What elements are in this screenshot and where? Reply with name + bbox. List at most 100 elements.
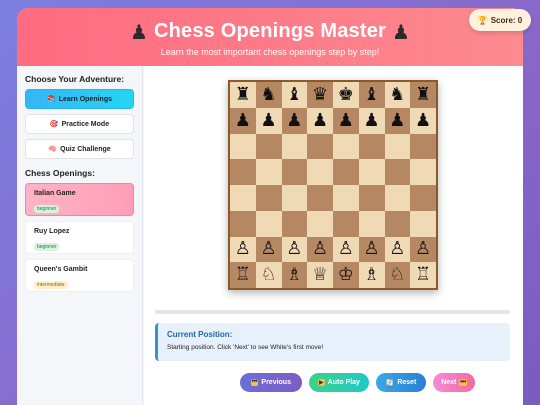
opening-ruy-lopez[interactable]: Ruy Lopez beginner: [25, 221, 134, 254]
board-square[interactable]: [333, 185, 359, 211]
board-square[interactable]: [255, 159, 282, 185]
board-square-piece[interactable]: ♔: [333, 262, 359, 288]
next-button[interactable]: Next ⏭: [433, 373, 475, 392]
board-square-piece[interactable]: ♟: [358, 107, 385, 134]
practice-mode-button[interactable]: 🎯 Practice Mode: [25, 114, 134, 134]
board-square[interactable]: [230, 133, 256, 160]
title-row: ♟ Chess Openings Master ♟: [17, 8, 523, 43]
board-square[interactable]: [307, 159, 333, 185]
learn-openings-button[interactable]: 📚 Learn Openings: [25, 89, 134, 109]
previous-button[interactable]: ⏮ Previous: [240, 373, 302, 392]
board-square-piece[interactable]: ♜: [410, 82, 436, 108]
board-square-piece[interactable]: ♛: [307, 82, 333, 108]
opening-name: Queen's Gambit: [34, 266, 88, 273]
sidebar: Choose Your Adventure: 📚 Learn Openings …: [17, 66, 143, 405]
board-square-piece[interactable]: ♘: [255, 262, 282, 288]
quiz-challenge-button[interactable]: 🧠 Quiz Challenge: [25, 139, 134, 159]
board-square[interactable]: [358, 210, 385, 237]
board-square[interactable]: [384, 133, 411, 160]
board-square-piece[interactable]: ♙: [255, 236, 282, 263]
mode-label: Learn Openings: [58, 95, 112, 103]
position-info: Current Position: Starting position. Cli…: [155, 323, 510, 361]
level-badge: intermediate: [34, 281, 68, 289]
board-square-piece[interactable]: ♟: [384, 107, 411, 134]
reset-label: Reset: [397, 379, 417, 386]
position-description: Starting position. Click 'Next' to see W…: [167, 344, 324, 351]
score-badge: 🏆 Score: 0: [469, 9, 531, 31]
brain-icon: 🧠: [48, 146, 58, 153]
board-square[interactable]: [255, 185, 282, 211]
board-square-piece[interactable]: ♟: [307, 107, 333, 134]
board-square-piece[interactable]: ♞: [255, 82, 282, 108]
opening-queens-gambit[interactable]: Queen's Gambit intermediate: [25, 259, 134, 292]
board-square-piece[interactable]: ♟: [281, 107, 308, 134]
mode-label: Practice Mode: [61, 120, 110, 128]
board-square-piece[interactable]: ♟: [410, 107, 436, 134]
board-square-piece[interactable]: ♙: [230, 236, 256, 263]
board-square-piece[interactable]: ♕: [307, 262, 333, 288]
board-square-piece[interactable]: ♚: [333, 82, 359, 108]
board-square[interactable]: [384, 185, 411, 211]
board-square[interactable]: [281, 185, 308, 211]
board-square[interactable]: [230, 185, 256, 211]
page-subtitle: Learn the most important chess openings …: [160, 47, 380, 57]
board-square-piece[interactable]: ♖: [230, 262, 256, 288]
board-square[interactable]: [384, 159, 411, 185]
board-square-piece[interactable]: ♘: [384, 262, 411, 288]
board-square-piece[interactable]: ♗: [281, 262, 308, 288]
auto-play-button[interactable]: ▶ Auto Play: [309, 373, 369, 392]
board-square-piece[interactable]: ♙: [410, 236, 436, 263]
previous-label: Previous: [261, 379, 291, 386]
board-square[interactable]: [230, 159, 256, 185]
board-square-piece[interactable]: ♜: [230, 82, 256, 108]
board-square[interactable]: [384, 210, 411, 237]
board-square[interactable]: [410, 133, 436, 160]
board-square[interactable]: [358, 185, 385, 211]
board-square-piece[interactable]: ♝: [358, 82, 385, 108]
board-square[interactable]: [358, 133, 385, 160]
board-square[interactable]: [410, 210, 436, 237]
board-square-piece[interactable]: ♝: [281, 82, 308, 108]
board-square[interactable]: [230, 210, 256, 237]
pawn-icon: ♟: [130, 19, 148, 44]
board-square-piece[interactable]: ♙: [307, 236, 333, 263]
board-square[interactable]: [410, 185, 436, 211]
openings-title: Chess Openings:: [25, 168, 95, 178]
board-square[interactable]: [307, 185, 333, 211]
board-square[interactable]: [255, 133, 282, 160]
chess-board[interactable]: ♜ ♞ ♝ ♛ ♚ ♝ ♞ ♜ ♟ ♟ ♟ ♟ ♟ ♟ ♟ ♟ ♙ ♙ ♙ ♙ ♙ ♙ ♙ ♙ ♖ ♘ ♗ ♕ ♔ ♗ ♘ ♖: [228, 80, 438, 290]
reset-button[interactable]: 🔄 Reset: [376, 373, 426, 392]
header: ♟ Chess Openings Master ♟ Learn the most…: [17, 8, 523, 66]
board-square-piece[interactable]: ♙: [384, 236, 411, 263]
board-square[interactable]: [410, 159, 436, 185]
reset-icon: 🔄: [385, 379, 395, 387]
progress-bar: [155, 310, 510, 314]
target-icon: 🎯: [49, 121, 59, 128]
board-square-piece[interactable]: ♟: [333, 107, 359, 134]
auto-play-label: Auto Play: [327, 379, 360, 386]
adventure-title: Choose Your Adventure:: [25, 74, 125, 84]
board-square-piece[interactable]: ♙: [358, 236, 385, 263]
board-square-piece[interactable]: ♗: [358, 262, 385, 288]
next-icon: ⏭: [459, 379, 467, 386]
board-square-piece[interactable]: ♞: [384, 82, 411, 108]
board-square[interactable]: [281, 133, 308, 160]
board-square-piece[interactable]: ♖: [410, 262, 436, 288]
board-square[interactable]: [281, 210, 308, 237]
board-square[interactable]: [358, 159, 385, 185]
board-square-piece[interactable]: ♙: [281, 236, 308, 263]
board-square[interactable]: [281, 159, 308, 185]
position-title: Current Position:: [167, 330, 233, 339]
board-square[interactable]: [255, 210, 282, 237]
board-square-piece[interactable]: ♟: [230, 107, 256, 134]
trophy-icon: 🏆: [477, 15, 488, 25]
board-square-piece[interactable]: ♙: [333, 236, 359, 263]
board-square[interactable]: [307, 133, 333, 160]
board-square[interactable]: [333, 210, 359, 237]
board-square-piece[interactable]: ♟: [255, 107, 282, 134]
opening-italian-game[interactable]: Italian Game beginner: [25, 183, 134, 216]
board-square[interactable]: [333, 159, 359, 185]
score-label: Score: 0: [490, 15, 523, 25]
board-square[interactable]: [307, 210, 333, 237]
board-square[interactable]: [333, 133, 359, 160]
